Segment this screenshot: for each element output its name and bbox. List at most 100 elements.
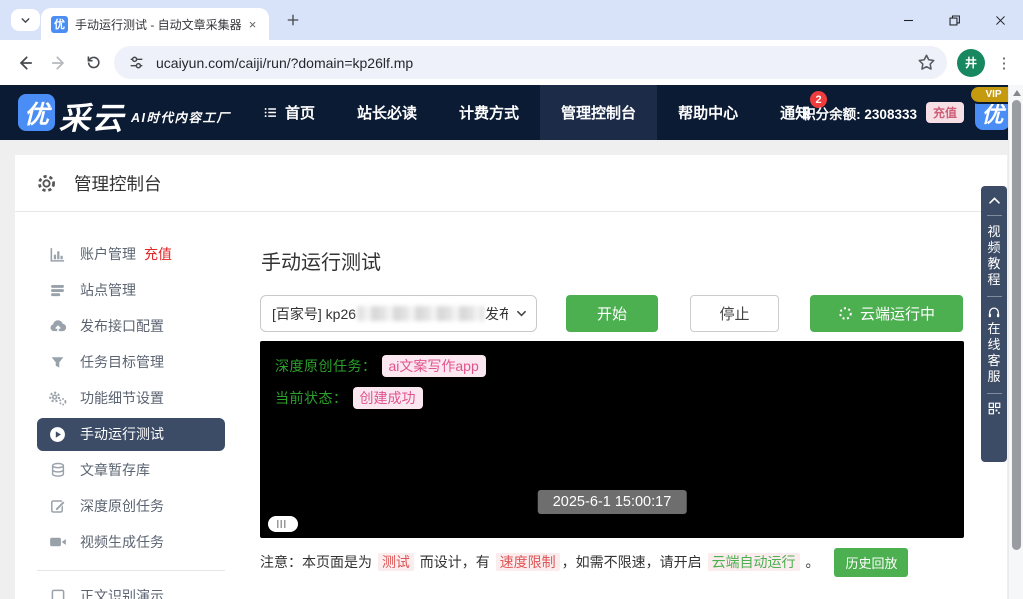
stop-button[interactable]: 停止 bbox=[690, 295, 779, 332]
video-tutorial-link[interactable]: 视频教程 bbox=[987, 224, 1000, 288]
sidebar-item-8[interactable]: 视频生成任务 bbox=[37, 524, 225, 560]
select-value-prefix: [百家号] kp26 bbox=[272, 304, 356, 324]
gear-icon bbox=[36, 173, 57, 194]
tab-search-button[interactable] bbox=[11, 9, 40, 31]
plus-icon bbox=[286, 13, 300, 27]
customer-service-link[interactable]: 在线客服 bbox=[987, 321, 1000, 385]
note-plain-text: 而设计，有 bbox=[416, 554, 494, 570]
floating-toolbar: 视频教程 在线客服 bbox=[981, 186, 1007, 462]
browser-toolbar: ucaiyun.com/caiji/run/?domain=kp26lf.mp … bbox=[0, 40, 1023, 85]
db-icon bbox=[48, 461, 67, 480]
cloud-running-button[interactable]: 云端运行中 bbox=[810, 295, 963, 332]
logo-text[interactable]: 采云 bbox=[59, 93, 125, 138]
site-info-icon[interactable] bbox=[128, 54, 145, 71]
nav-item-label: 计费方式 bbox=[459, 102, 519, 123]
divider bbox=[987, 296, 1002, 297]
note-highlight: 测试 bbox=[378, 553, 414, 571]
note-plain-text: 注意：本页面是为 bbox=[260, 554, 376, 570]
sidebar-item-5[interactable]: 手动运行测试 bbox=[37, 418, 225, 451]
sidebar-item-3[interactable]: 任务目标管理 bbox=[37, 344, 225, 380]
logo-square[interactable]: 优 bbox=[18, 94, 55, 131]
history-replay-button[interactable]: 历史回放 bbox=[834, 548, 908, 577]
gears-icon bbox=[48, 389, 67, 408]
note-plain-text: 。 bbox=[802, 554, 820, 570]
forward-button[interactable] bbox=[42, 46, 76, 80]
forward-icon bbox=[50, 54, 68, 72]
section-title: 手动运行测试 bbox=[261, 246, 381, 275]
scroll-up-arrow[interactable] bbox=[1013, 90, 1021, 96]
divider bbox=[987, 393, 1002, 394]
console-toggle[interactable] bbox=[268, 516, 298, 532]
play-icon bbox=[48, 425, 67, 444]
cloud-icon bbox=[48, 317, 67, 336]
site-navbar: 优 采云 AI时代内容工厂 首页站长必读计费方式管理控制台帮助中心通知2 积分余… bbox=[0, 85, 1023, 140]
close-button[interactable] bbox=[977, 0, 1023, 40]
chevron-down-icon bbox=[515, 307, 528, 323]
minimize-icon bbox=[902, 14, 915, 27]
tab-title: 手动运行测试 - 自动文章采集器 bbox=[75, 16, 244, 33]
sidebar-item-label: 站点管理 bbox=[80, 280, 136, 300]
sidebar-item-label: 深度原创任务 bbox=[80, 496, 164, 516]
nav-item-label: 站长必读 bbox=[357, 102, 417, 123]
task-label: 深度原创任务： bbox=[275, 356, 377, 376]
new-tab-button[interactable] bbox=[282, 9, 304, 31]
sidebar-item-label: 视频生成任务 bbox=[80, 532, 164, 552]
browser-menu-icon[interactable]: ⋮ bbox=[993, 49, 1015, 77]
sidebar-item-label: 正文识别演示 bbox=[80, 586, 164, 599]
sidebar-item-0[interactable]: 账户管理充值 bbox=[37, 236, 225, 272]
browser-tab[interactable]: 优 手动运行测试 - 自动文章采集器 × bbox=[41, 8, 269, 40]
screen: 优 手动运行测试 - 自动文章采集器 × bbox=[0, 0, 1023, 599]
browser-tab-strip: 优 手动运行测试 - 自动文章采集器 × bbox=[0, 0, 1023, 40]
nav-item-3[interactable]: 管理控制台 bbox=[540, 85, 657, 140]
navbar-right: 积分余额: 2308333 充值 优 VIP bbox=[802, 85, 1010, 140]
video-icon bbox=[48, 533, 67, 552]
bookmark-star-icon[interactable] bbox=[915, 52, 937, 74]
navbar-menu: 首页站长必读计费方式管理控制台帮助中心通知2 bbox=[242, 85, 831, 140]
recharge-badge[interactable]: 充值 bbox=[926, 102, 964, 123]
sidebar-item-label: 发布接口配置 bbox=[80, 316, 164, 336]
sidebar-item-6[interactable]: 文章暂存库 bbox=[37, 452, 225, 488]
sidebar-item-4[interactable]: 功能细节设置 bbox=[37, 380, 225, 416]
browser-profile-avatar[interactable]: 井 bbox=[957, 49, 985, 77]
close-icon bbox=[994, 14, 1007, 27]
account-select[interactable]: [百家号] kp26 发布 bbox=[260, 295, 537, 332]
start-button[interactable]: 开始 bbox=[566, 295, 658, 332]
sidebar-item-1[interactable]: 站点管理 bbox=[37, 272, 225, 308]
minimize-button[interactable] bbox=[885, 0, 931, 40]
note-row: 注意：本页面是为 测试 而设计，有 速度限制，如需不限速，请开启 云端自动运行 … bbox=[260, 548, 908, 576]
reload-icon bbox=[85, 54, 102, 71]
chevron-down-icon bbox=[19, 14, 32, 27]
restore-button[interactable] bbox=[931, 0, 977, 40]
qr-code-icon[interactable] bbox=[988, 402, 1001, 415]
reload-button[interactable] bbox=[76, 46, 110, 80]
sidebar-divider bbox=[37, 570, 225, 571]
select-value-suffix: 发布 bbox=[485, 304, 508, 324]
sidebar-item-2[interactable]: 发布接口配置 bbox=[37, 308, 225, 344]
balance-text: 积分余额: 2308333 bbox=[802, 103, 917, 123]
grip-icon bbox=[277, 520, 286, 528]
status-label: 当前状态： bbox=[275, 388, 348, 408]
spinner-icon bbox=[838, 306, 853, 321]
nav-item-2[interactable]: 计费方式 bbox=[438, 85, 540, 140]
page-title: 管理控制台 bbox=[74, 171, 162, 196]
sidebar-recharge-link[interactable]: 充值 bbox=[144, 244, 172, 264]
nav-item-4[interactable]: 帮助中心 bbox=[657, 85, 759, 140]
nav-item-0[interactable]: 首页 bbox=[242, 85, 336, 140]
restore-icon bbox=[948, 14, 961, 27]
card-header: 管理控制台 bbox=[15, 155, 1007, 212]
sidebar-item-label: 功能细节设置 bbox=[80, 388, 164, 408]
sidebar-item-9[interactable]: 正文识别演示 bbox=[37, 578, 225, 599]
nav-item-1[interactable]: 站长必读 bbox=[336, 85, 438, 140]
page-scrollbar[interactable] bbox=[1008, 85, 1023, 599]
headset-icon[interactable] bbox=[987, 305, 1001, 319]
url-text[interactable]: ucaiyun.com/caiji/run/?domain=kp26lf.mp bbox=[156, 55, 915, 71]
address-bar[interactable]: ucaiyun.com/caiji/run/?domain=kp26lf.mp bbox=[114, 46, 947, 79]
redacted-text bbox=[357, 306, 484, 321]
sidebar-item-7[interactable]: 深度原创任务 bbox=[37, 488, 225, 524]
console-line-status: 当前状态： 创建成功 bbox=[275, 387, 949, 409]
scrollbar-thumb[interactable] bbox=[1012, 100, 1021, 550]
back-button[interactable] bbox=[8, 46, 42, 80]
nav-item-label: 帮助中心 bbox=[678, 102, 738, 123]
back-to-top-icon[interactable] bbox=[988, 195, 1001, 205]
tab-close-icon[interactable]: × bbox=[244, 16, 261, 33]
